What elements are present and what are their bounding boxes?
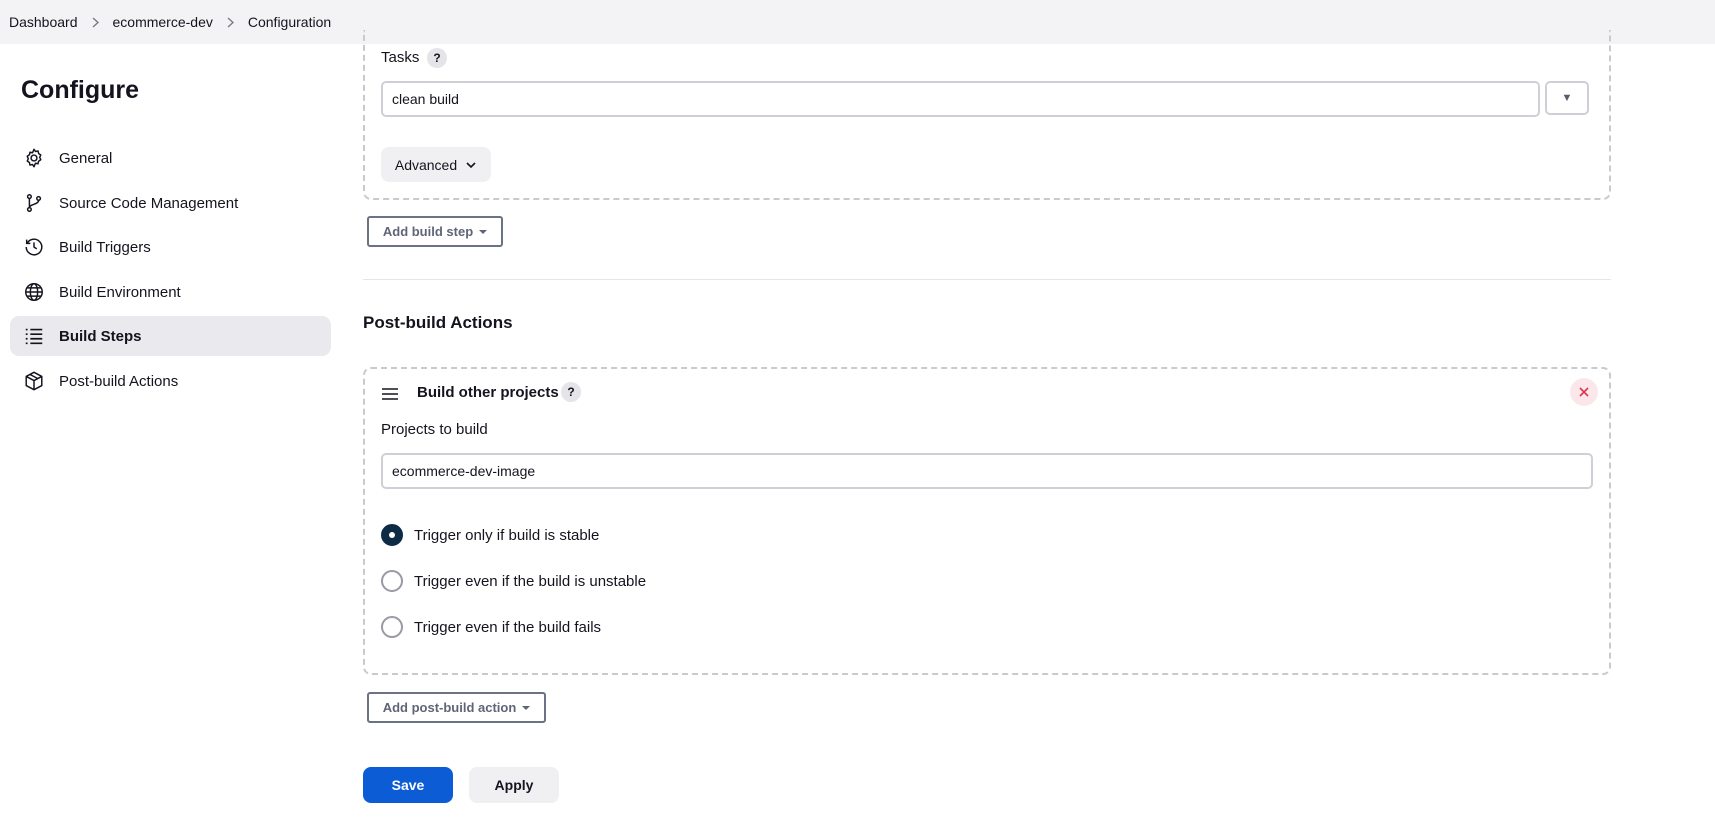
projects-label: Projects to build xyxy=(381,421,488,438)
sidebar-item-build-environment[interactable]: Build Environment xyxy=(10,272,331,312)
radio-button[interactable] xyxy=(381,570,403,592)
section-divider xyxy=(363,279,1611,280)
clock-icon xyxy=(23,236,45,258)
tasks-label: Tasks xyxy=(381,49,420,66)
add-post-build-action-label: Add post-build action xyxy=(382,700,517,715)
list-icon xyxy=(23,325,45,347)
add-build-step-label: Add build step xyxy=(382,224,474,239)
radio-trigger-unstable[interactable]: Trigger even if the build is unstable xyxy=(381,570,646,592)
post-build-section-title: Post-build Actions xyxy=(363,313,513,332)
sidebar-item-label: Build Triggers xyxy=(59,238,151,256)
gear-icon xyxy=(23,147,45,169)
sidebar-item-build-steps[interactable]: Build Steps xyxy=(10,316,331,356)
radio-label: Trigger only if build is stable xyxy=(414,526,600,544)
radio-trigger-stable[interactable]: Trigger only if build is stable xyxy=(381,524,599,546)
radio-button[interactable] xyxy=(381,524,403,546)
expand-button[interactable]: ▼ xyxy=(1545,81,1589,115)
step-title: Build other projects xyxy=(417,384,559,401)
add-post-build-action-button[interactable]: Add post-build action xyxy=(367,692,546,723)
page-title: Configure xyxy=(21,76,140,104)
remove-step-button[interactable] xyxy=(1570,378,1598,406)
radio-label: Trigger even if the build is unstable xyxy=(414,572,647,590)
caret-down-icon xyxy=(522,705,531,710)
breadcrumb-project[interactable]: ecommerce-dev xyxy=(113,14,213,30)
breadcrumb-configuration[interactable]: Configuration xyxy=(248,14,331,30)
sidebar-item-post-build-actions[interactable]: Post-build Actions xyxy=(10,361,331,401)
tasks-input[interactable] xyxy=(381,81,1540,117)
sidebar-item-label: Build Steps xyxy=(59,327,142,345)
tasks-help-button[interactable]: ? xyxy=(427,48,447,68)
breadcrumb-dashboard[interactable]: Dashboard xyxy=(9,14,78,30)
save-button[interactable]: Save xyxy=(363,767,453,803)
radio-trigger-fails[interactable]: Trigger even if the build fails xyxy=(381,616,601,638)
drag-handle-icon[interactable] xyxy=(382,387,398,400)
package-icon xyxy=(23,370,45,392)
sidebar-item-source-code-management[interactable]: Source Code Management xyxy=(10,183,331,223)
sidebar-item-general[interactable]: General xyxy=(10,138,331,178)
sidebar-item-build-triggers[interactable]: Build Triggers xyxy=(10,227,331,267)
chevron-right-icon xyxy=(213,16,248,28)
chevron-right-icon xyxy=(78,16,113,28)
sidebar-item-label: General xyxy=(59,149,113,167)
apply-button[interactable]: Apply xyxy=(469,767,559,803)
step-help-button[interactable]: ? xyxy=(561,382,581,402)
sidebar-item-label: Build Environment xyxy=(59,283,181,301)
radio-button[interactable] xyxy=(381,616,403,638)
globe-icon xyxy=(23,281,45,303)
caret-down-icon xyxy=(479,229,488,234)
projects-input[interactable] xyxy=(381,453,1593,489)
add-build-step-button[interactable]: Add build step xyxy=(367,216,503,247)
sidebar-item-label: Source Code Management xyxy=(59,194,239,212)
chevron-down-icon xyxy=(466,161,476,168)
advanced-button[interactable]: Advanced xyxy=(381,147,491,182)
branch-icon xyxy=(23,192,45,214)
radio-label: Trigger even if the build fails xyxy=(414,618,602,636)
close-icon xyxy=(1579,387,1589,397)
sidebar-item-label: Post-build Actions xyxy=(59,372,179,390)
advanced-label: Advanced xyxy=(394,156,458,173)
